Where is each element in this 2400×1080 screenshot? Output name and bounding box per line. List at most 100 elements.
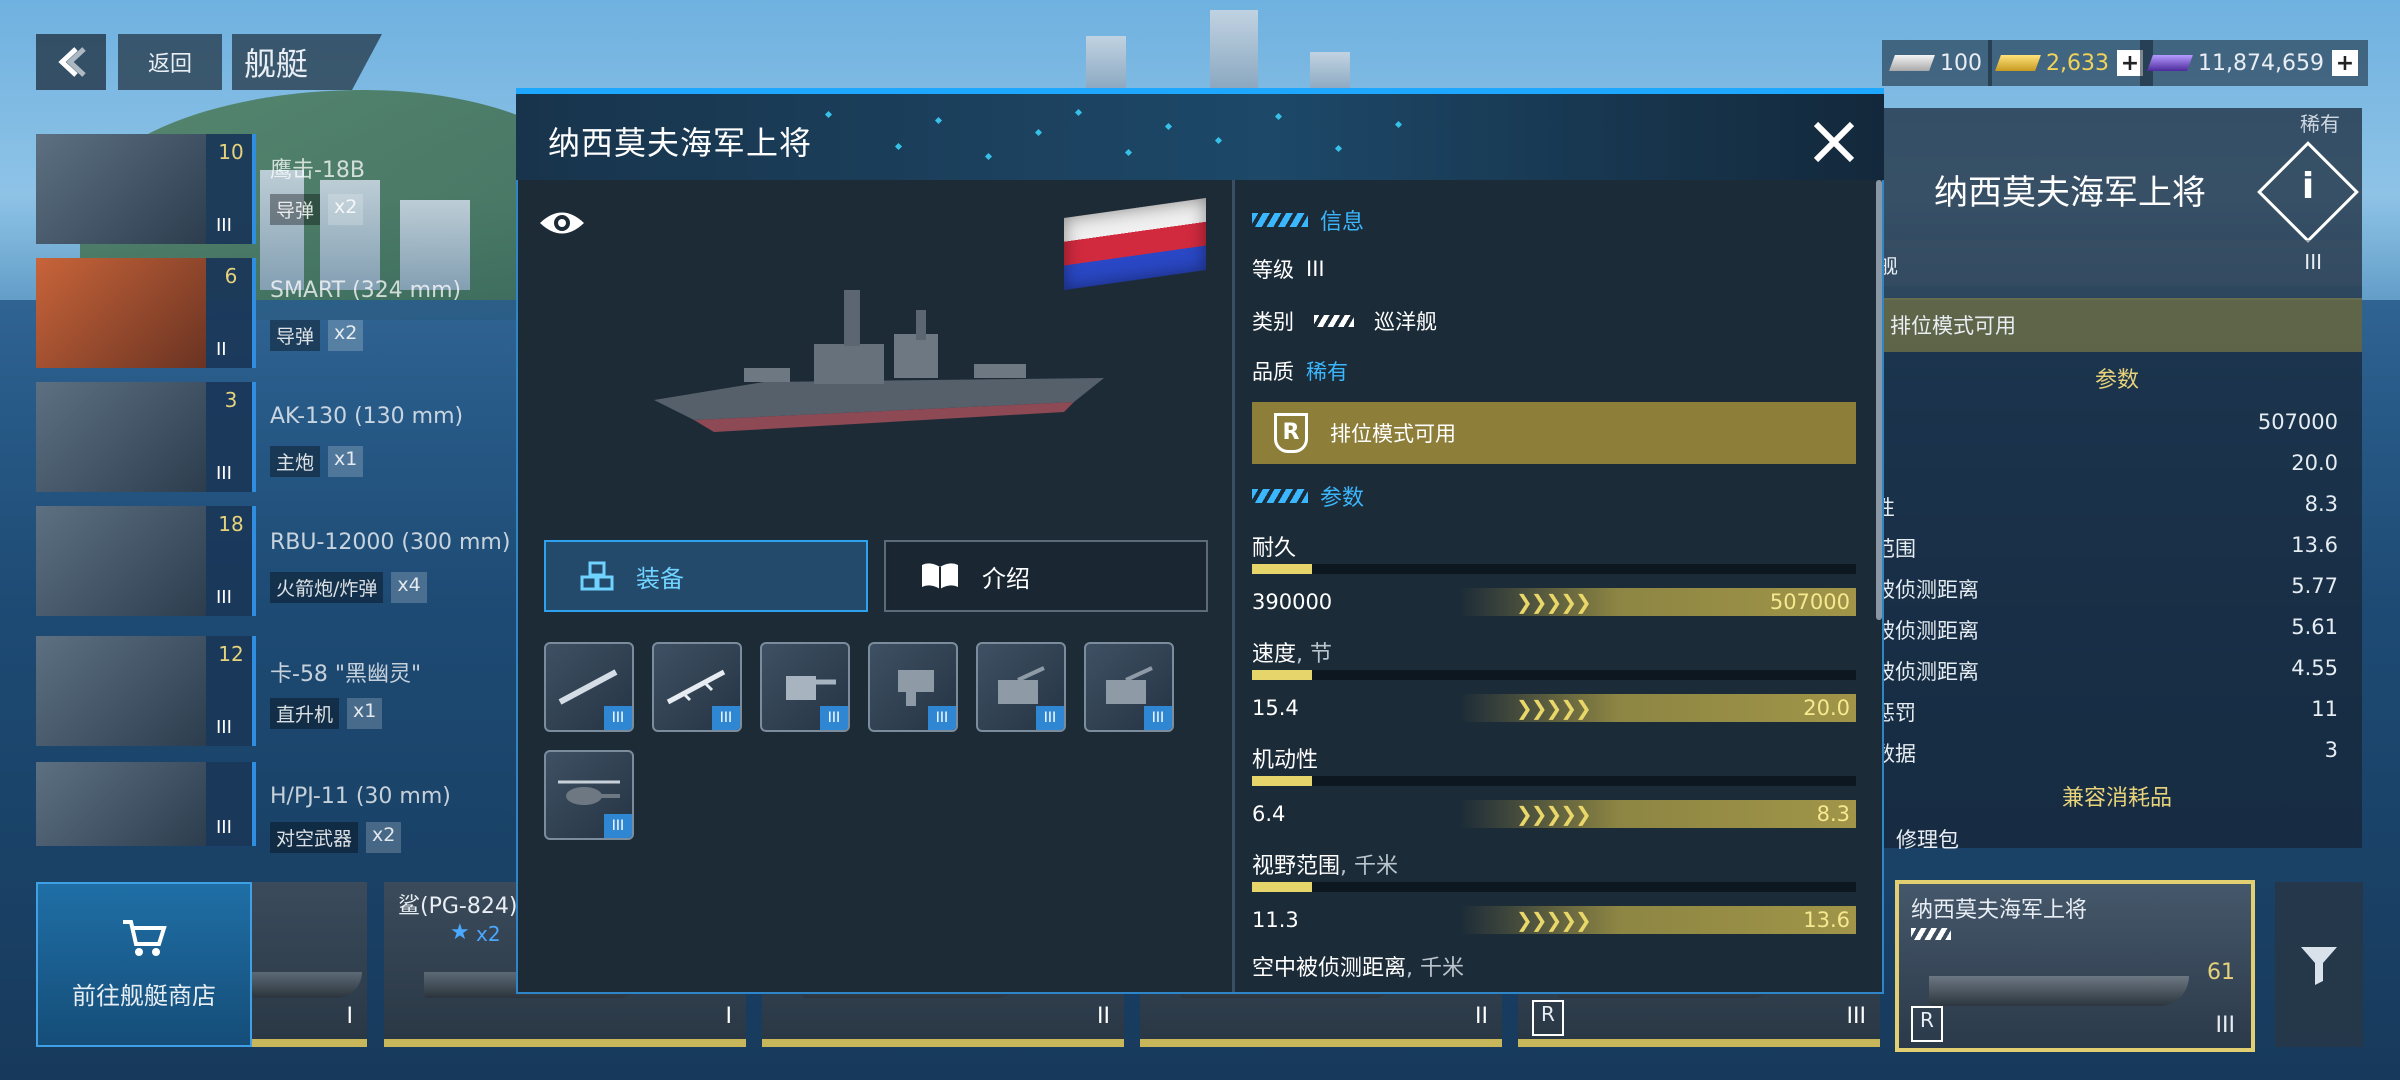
view-3d-button[interactable] [538,206,586,240]
params-section-title: 参数 [2094,368,2139,393]
gold-amount: 2,633 [2046,50,2109,76]
weapon-count: x2 [328,194,364,225]
selected-ship-card[interactable]: 纳西莫夫海军上将 R 61 III [1895,880,2255,1052]
section-stripes-icon [1252,213,1308,227]
cubes-icon [580,561,614,591]
ship-card-tier: II [1097,1004,1110,1029]
tab-intro[interactable]: 介绍 [884,540,1208,612]
class-value: 巡洋舰 [1374,310,1437,334]
weapon-type: 主炮 [270,446,321,477]
pane-divider [1232,180,1235,992]
weapon-type: 导弹 [270,194,321,225]
tab-equipment[interactable]: 装备 [544,540,868,612]
silver-icon [1889,55,1935,71]
weapon-count: x4 [391,572,427,603]
stat-values: 390000 ❯❯❯❯❯ 507000 [1252,588,1856,616]
weapon-count: x2 [366,822,402,853]
background-building [1086,36,1126,92]
ship-card[interactable]: I [252,882,367,1047]
stat-bar-fill [1252,564,1313,574]
filter-icon [2301,946,2337,985]
close-button[interactable] [1810,118,1858,166]
param-value: 11 [2311,697,2338,721]
param-row: 20.0 [1872,451,2362,475]
filter-button[interactable] [2275,882,2363,1047]
back-button[interactable] [36,34,106,90]
section-stripes-icon [1252,489,1308,503]
stats-scrollbar[interactable] [1876,180,1882,620]
ship-card-title: 鲨(PG-824) [398,894,518,919]
equipment-slot[interactable]: III [976,642,1066,732]
premium-amount: 11,874,659 [2198,50,2324,76]
weapon-tier: III [216,587,232,608]
param-value: 3 [2324,738,2338,762]
param-row: 数据 3 [1872,738,2362,768]
stat-label-speed: 速度, 节 [1252,636,1332,668]
decor-dot [1214,136,1223,145]
weapon-level: 12 [218,642,244,666]
ship-model-image [654,290,1104,432]
aa-gun-icon [1106,666,1153,704]
missile-icon [36,258,206,368]
weapon-slot[interactable]: 3 III [36,382,256,492]
eye-icon [540,212,584,234]
currency-silver: 100 [1882,40,1992,86]
decor-dot [1034,128,1043,137]
equipment-slot[interactable]: III [868,642,958,732]
equipment-slot[interactable]: III [544,642,634,732]
decor-dot [1124,148,1133,157]
stat-label-maneuverability: 机动性 [1252,742,1318,774]
param-value: 13.6 [2291,533,2338,557]
rocket-launcher-icon [36,506,206,616]
param-value: 8.3 [2304,492,2338,516]
stat-upgrade-bar: ❯❯❯❯❯ 8.3 [1460,800,1856,828]
selected-ship-tier: III [2215,1013,2235,1038]
weapon-side-bar: 6 II [206,258,256,368]
decor-dot [1274,112,1283,121]
equipment-slot[interactable]: III [652,642,742,732]
back-label[interactable]: 返回 [118,34,222,90]
equipment-tier: III [820,706,848,730]
back-arrow-icon [58,47,86,77]
equipment-tier: III [604,706,632,730]
stat-label: 速度 [1252,642,1297,667]
param-row: 范围 13.6 [1872,533,2362,563]
weapon-meta: 主炮 x1 [270,446,364,477]
weapon-tier: III [216,817,232,838]
weapon-count: x2 [328,320,364,351]
weapon-slot[interactable]: 6 II [36,258,256,368]
weapon-level: 6 [224,264,238,288]
equipment-tier: III [712,706,740,730]
param-label: 被侦测距离 [1874,660,1979,684]
ship-shop-button[interactable]: 前往舰艇商店 [36,882,252,1047]
weapon-name: H/PJ-11 (30 mm) [270,784,451,809]
ranked-available-banner: R 排位模式可用 [1252,402,1856,464]
equipment-tier: III [604,814,632,838]
ship-card-tier: II [1475,1004,1488,1029]
missile-icon [36,134,206,244]
weapon-tier: III [216,717,232,738]
tab-equipment-label: 装备 [636,564,684,593]
weapon-slot[interactable]: III [36,762,256,846]
param-row: 惩罚 11 [1872,697,2362,727]
page-title: 舰艇 [232,34,382,90]
weapon-side-bar: III [206,762,256,846]
weapon-meta: 导弹 x2 [270,320,364,351]
equipment-slot[interactable]: III [760,642,850,732]
add-premium-button[interactable]: + [2331,50,2358,76]
equipment-slot[interactable]: III [544,750,634,840]
stat-label: 空中被侦测距离 [1252,956,1407,981]
stat-label-view-range: 视野范围, 千米 [1252,848,1398,880]
weapon-count: x1 [347,698,383,729]
weapon-slot[interactable]: 10 III [36,134,256,244]
aa-gun-icon [998,666,1045,704]
info-icon: i [2301,166,2315,207]
param-row: 被侦测距离 5.77 [1872,574,2362,604]
weapon-slot[interactable]: 12 III [36,636,256,746]
close-icon [1813,121,1855,163]
equipment-slot[interactable]: III [1084,642,1174,732]
currency-gold: 2,633 + [1988,40,2153,86]
weapon-slot[interactable]: 18 III [36,506,256,616]
missile-icon [666,669,726,705]
modal-title: 纳西莫夫海军上将 [548,124,813,162]
